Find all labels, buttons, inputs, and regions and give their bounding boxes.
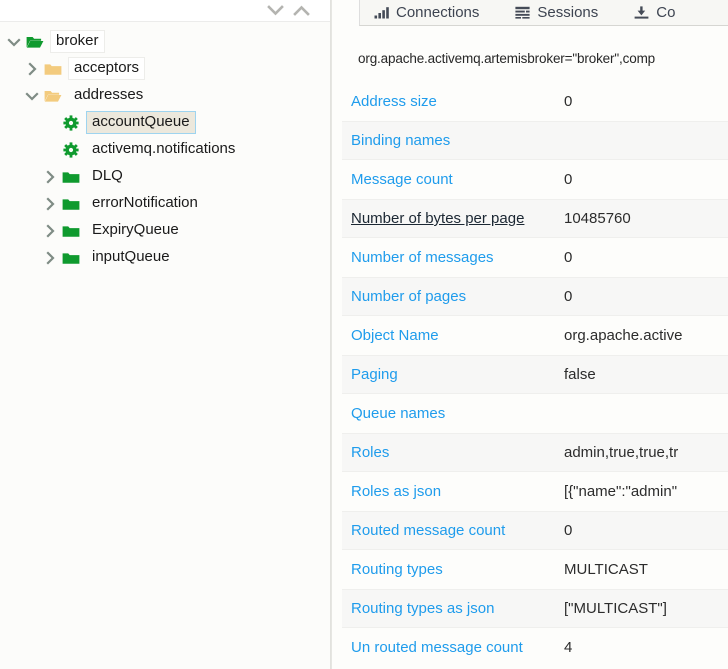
attribute-row: Number of messages0: [342, 238, 728, 277]
attribute-value: false: [564, 366, 728, 383]
attribute-key-link[interactable]: Roles: [342, 444, 564, 461]
tab-label: Sessions: [537, 4, 598, 21]
attribute-value: org.apache.active: [564, 327, 728, 344]
folder-closed-green-icon: [60, 194, 82, 214]
attribute-row: Rolesadmin,true,true,tr: [342, 433, 728, 472]
tree-panel: broker acceptors addresses accountQueue acti…: [0, 0, 331, 669]
bar-chart-icon: [374, 6, 389, 19]
chevron-down-icon[interactable]: [4, 32, 24, 52]
tree-item-label[interactable]: DLQ: [86, 165, 129, 188]
mbean-tree[interactable]: broker acceptors addresses accountQueue acti…: [0, 22, 330, 669]
attribute-key-link[interactable]: Object Name: [342, 327, 564, 344]
attributes-panel: Connections Sessions Co org.apache.activem…: [331, 0, 728, 669]
tree-toolbar: [0, 0, 330, 22]
folder-open-green-icon: [24, 32, 46, 52]
folder-closed-green-icon: [60, 221, 82, 241]
tree-item-label[interactable]: errorNotification: [86, 192, 204, 215]
attribute-key-link[interactable]: Queue names: [342, 405, 564, 422]
gear-green-icon: [60, 140, 82, 160]
attribute-key-link[interactable]: Address size: [342, 93, 564, 110]
attribute-value: [{"name":"admin": [564, 483, 728, 500]
attribute-key-link[interactable]: Binding names: [342, 132, 564, 149]
download-icon: [634, 6, 649, 19]
expand-all-button[interactable]: [262, 1, 288, 21]
attribute-row: Number of bytes per page10485760: [342, 199, 728, 238]
tree-item-addresses[interactable]: addresses: [0, 82, 330, 109]
tree-item-label[interactable]: inputQueue: [86, 246, 176, 269]
attribute-row: Routing typesMULTICAST: [342, 550, 728, 589]
attribute-key-link[interactable]: Number of bytes per page: [342, 210, 564, 227]
attribute-value: 4: [564, 639, 728, 656]
attribute-key-link[interactable]: Routing types: [342, 561, 564, 578]
attribute-value: 0: [564, 171, 728, 188]
tree-item-label[interactable]: ExpiryQueue: [86, 219, 185, 242]
attribute-row: Routing types as json["MULTICAST"]: [342, 589, 728, 628]
list-rows-icon: [515, 6, 530, 19]
tab-connections[interactable]: Connections: [360, 0, 501, 26]
attribute-key-link[interactable]: Routing types as json: [342, 600, 564, 617]
attribute-key-link[interactable]: Paging: [342, 366, 564, 383]
tree-item-label[interactable]: acceptors: [68, 57, 145, 80]
chevron-right-icon[interactable]: [40, 167, 60, 187]
attribute-key-link[interactable]: Number of pages: [342, 288, 564, 305]
attribute-row: Un routed message count4: [342, 628, 728, 667]
folder-open-tan-icon: [42, 86, 64, 106]
attribute-value: admin,true,true,tr: [564, 444, 728, 461]
chevron-right-icon[interactable]: [22, 59, 42, 79]
chevron-down-icon[interactable]: [22, 86, 42, 106]
tree-item-dlq[interactable]: DLQ: [0, 163, 330, 190]
attribute-value: 0: [564, 288, 728, 305]
tree-item-inputqueue[interactable]: inputQueue: [0, 244, 330, 271]
tree-item-expiryqueue[interactable]: ExpiryQueue: [0, 217, 330, 244]
attribute-key-link[interactable]: Number of messages: [342, 249, 564, 266]
attribute-value: 0: [564, 249, 728, 266]
attribute-row: Binding names: [342, 121, 728, 160]
tree-item-activemq-notifications[interactable]: activemq.notifications: [0, 136, 330, 163]
folder-closed-tan-icon: [42, 59, 64, 79]
tree-item-acceptors[interactable]: acceptors: [0, 55, 330, 82]
tab-label: Co: [656, 4, 675, 21]
attribute-value: 0: [564, 522, 728, 539]
chevron-right-icon[interactable]: [40, 194, 60, 214]
tree-item-accountqueue[interactable]: accountQueue: [0, 109, 330, 136]
folder-closed-green-icon: [60, 167, 82, 187]
attribute-row: Message count0: [342, 160, 728, 199]
tree-item-broker[interactable]: broker: [0, 28, 330, 55]
tab-co[interactable]: Co: [620, 0, 697, 26]
object-name-breadcrumb: org.apache.activemq.artemisbroker="broke…: [358, 51, 655, 66]
attribute-value: 0: [564, 93, 728, 110]
tab-bar[interactable]: Connections Sessions Co: [359, 0, 728, 26]
tab-sessions[interactable]: Sessions: [501, 0, 620, 26]
collapse-all-button[interactable]: [288, 1, 314, 21]
attribute-row: Pagingfalse: [342, 355, 728, 394]
attribute-key-link[interactable]: Roles as json: [342, 483, 564, 500]
attribute-row: Queue names: [342, 394, 728, 433]
attribute-key-link[interactable]: Un routed message count: [342, 639, 564, 656]
attribute-row: Routed message count0: [342, 511, 728, 550]
tree-item-label[interactable]: activemq.notifications: [86, 138, 241, 161]
chevron-right-icon[interactable]: [40, 248, 60, 268]
attribute-value: ["MULTICAST"]: [564, 600, 728, 617]
tree-item-errornotification[interactable]: errorNotification: [0, 190, 330, 217]
gear-green-icon: [60, 113, 82, 133]
attribute-value: MULTICAST: [564, 561, 728, 578]
tab-label: Connections: [396, 4, 479, 21]
attributes-table: Address size0Binding namesMessage count0…: [342, 82, 728, 667]
tree-item-label[interactable]: broker: [50, 30, 105, 53]
attribute-key-link[interactable]: Routed message count: [342, 522, 564, 539]
attribute-key-link[interactable]: Message count: [342, 171, 564, 188]
attribute-row: Address size0: [342, 82, 728, 121]
attribute-row: Roles as json[{"name":"admin": [342, 472, 728, 511]
attribute-row: Object Nameorg.apache.active: [342, 316, 728, 355]
folder-closed-green-icon: [60, 248, 82, 268]
attribute-value: 10485760: [564, 210, 728, 227]
chevron-right-icon[interactable]: [40, 221, 60, 241]
jolokia-browser-window: broker acceptors addresses accountQueue acti…: [0, 0, 728, 669]
attribute-row: Number of pages0: [342, 277, 728, 316]
tree-item-label[interactable]: addresses: [68, 84, 149, 107]
tree-item-label[interactable]: accountQueue: [86, 111, 196, 134]
